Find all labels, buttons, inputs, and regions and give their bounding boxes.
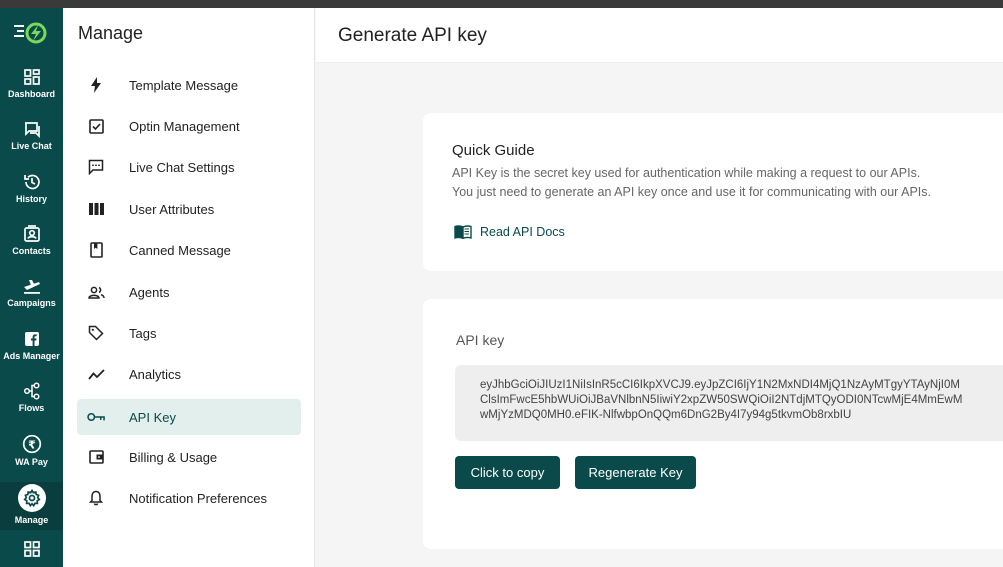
rail-item-flows[interactable]: Flows <box>0 382 63 432</box>
rail-label: Contacts <box>12 246 51 256</box>
chat-dots-icon <box>87 158 105 176</box>
menu-item-analytics[interactable]: Analytics <box>77 356 301 392</box>
menu-item-label: User Attributes <box>129 201 215 217</box>
menu-item-label: Live Chat Settings <box>129 159 235 175</box>
menu-item-tags[interactable]: Tags <box>77 315 301 351</box>
rail-label: Ads Manager <box>3 351 60 361</box>
quick-guide-card: Quick Guide API Key is the secret key us… <box>423 113 1003 271</box>
menu-item-api-key[interactable]: API Key <box>77 399 301 435</box>
menu-item-label: Billing & Usage <box>129 449 218 465</box>
checkbox-icon <box>87 117 105 135</box>
manage-panel-title: Manage <box>78 23 144 43</box>
history-icon <box>23 174 40 190</box>
wallet-icon <box>87 448 105 466</box>
rail-item-more[interactable] <box>0 540 63 567</box>
rail-label: Live Chat <box>11 141 52 151</box>
contacts-icon <box>23 225 40 242</box>
menu-item-label: Tags <box>129 325 157 341</box>
quick-guide-title: Quick Guide <box>452 142 535 159</box>
page-header: Generate API key <box>316 8 1003 63</box>
menu-item-label: Optin Management <box>129 118 240 134</box>
rail-item-campaigns[interactable]: Campaigns <box>0 277 63 327</box>
svg-text:₹: ₹ <box>28 438 36 451</box>
quick-guide-line-1: API Key is the secret key used for authe… <box>452 166 921 180</box>
quick-guide-description: API Key is the secret key used for authe… <box>452 164 931 202</box>
api-key-value: eyJhbGciOiJIUzI1NiIsInR5cCI6IkpXVCJ9.eyJ… <box>480 379 963 421</box>
rail-item-contacts[interactable]: Contacts <box>0 225 63 275</box>
menu-item-canned-message[interactable]: Canned Message <box>77 232 301 268</box>
flows-icon <box>23 382 40 400</box>
bell-icon <box>87 489 105 507</box>
menu-item-label: Notification Preferences <box>129 490 268 506</box>
rail-label: Campaigns <box>7 298 56 308</box>
tag-icon <box>87 324 105 342</box>
columns-icon <box>87 200 105 218</box>
manage-panel: Manage Template Message Optin Management… <box>63 8 315 567</box>
app-logo-icon[interactable] <box>14 22 50 44</box>
menu-item-label: Agents <box>129 284 170 300</box>
menu-item-notification-preferences[interactable]: Notification Preferences <box>77 480 301 516</box>
menu-item-label: Canned Message <box>129 242 231 258</box>
wa-pay-icon: ₹ <box>22 434 41 454</box>
rail-item-dashboard[interactable]: Dashboard <box>0 68 63 118</box>
primary-nav-rail: Dashboard Live Chat History Contacts Cam… <box>0 8 63 567</box>
apps-grid-icon <box>23 541 40 557</box>
key-icon <box>87 408 105 426</box>
api-key-value-box[interactable]: eyJhbGciOiJIUzI1NiIsInR5cCI6IkpXVCJ9.eyJ… <box>455 365 1003 441</box>
regenerate-key-button[interactable]: Regenerate Key <box>575 456 696 489</box>
bookmark-icon <box>87 241 105 259</box>
page-title: Generate API key <box>338 25 487 46</box>
rail-item-wa-pay[interactable]: ₹ WA Pay <box>0 434 63 484</box>
rail-label: Dashboard <box>7 89 55 99</box>
read-api-docs-link[interactable]: Read API Docs <box>454 225 565 239</box>
rail-label: WA Pay <box>15 457 48 467</box>
campaigns-icon <box>23 280 40 294</box>
menu-item-live-chat-settings[interactable]: Live Chat Settings <box>77 149 301 185</box>
ads-manager-icon <box>24 332 39 346</box>
copy-key-button[interactable]: Click to copy <box>455 456 560 489</box>
api-key-label: API key <box>456 332 505 348</box>
rail-item-manage[interactable]: Manage <box>0 482 63 530</box>
rail-item-history[interactable]: History <box>0 173 63 223</box>
menu-item-label: API Key <box>129 409 176 425</box>
rail-label: Manage <box>14 515 49 525</box>
read-api-docs-label: Read API Docs <box>480 225 565 239</box>
lightning-icon <box>87 76 105 94</box>
agents-icon <box>87 283 105 301</box>
menu-item-billing-usage[interactable]: Billing & Usage <box>77 439 301 475</box>
dashboard-icon <box>23 69 40 85</box>
rail-label: Flows <box>18 403 45 413</box>
window-top-strip <box>0 0 1003 8</box>
menu-item-label: Analytics <box>129 366 182 382</box>
quick-guide-line-2: You just need to generate an API key onc… <box>452 185 931 199</box>
rail-item-live-chat[interactable]: Live Chat <box>0 120 63 170</box>
analytics-icon <box>87 365 105 383</box>
rail-label: History <box>15 194 47 204</box>
menu-item-optin-management[interactable]: Optin Management <box>77 108 301 144</box>
menu-item-label: Template Message <box>129 77 239 93</box>
live-chat-icon <box>24 122 40 138</box>
menu-item-agents[interactable]: Agents <box>77 274 301 310</box>
book-icon <box>454 225 472 239</box>
api-key-card: API key eyJhbGciOiJIUzI1NiIsInR5cCI6IkpX… <box>423 299 1003 549</box>
manage-icon <box>22 489 41 507</box>
rail-item-ads-manager[interactable]: Ads Manager <box>0 330 63 380</box>
menu-item-template-message[interactable]: Template Message <box>77 67 301 103</box>
menu-item-user-attributes[interactable]: User Attributes <box>77 191 301 227</box>
